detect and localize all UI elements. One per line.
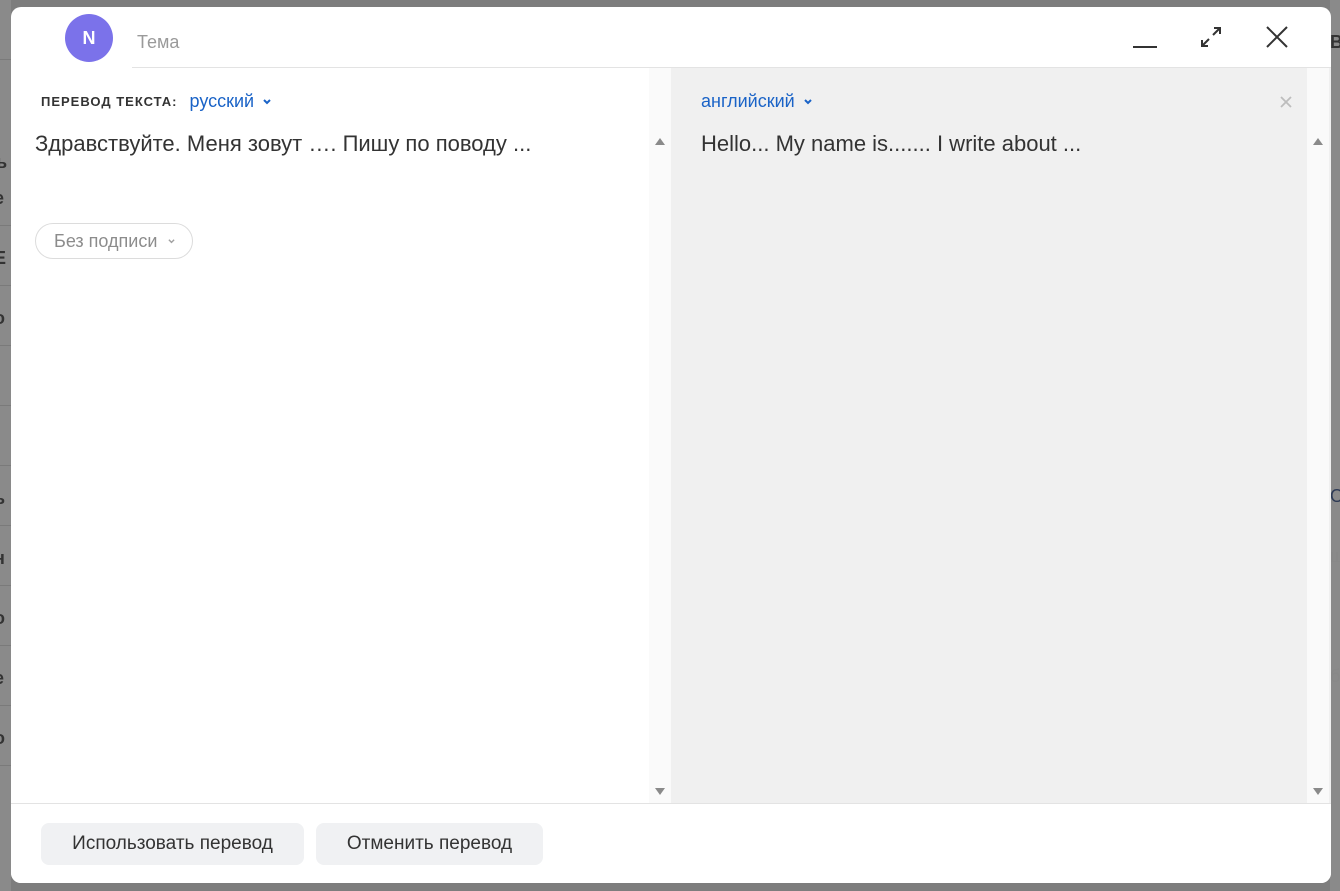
clear-translation-button[interactable]: [1278, 94, 1294, 110]
scroll-up-arrow-icon[interactable]: [654, 136, 666, 146]
avatar[interactable]: N: [65, 14, 113, 62]
compose-translate-dialog: N ПЕРЕВОД ТЕКСТА:: [11, 7, 1331, 883]
chevron-down-icon: [168, 238, 176, 243]
background-glyph: щ: [1330, 546, 1340, 566]
minimize-icon: [1133, 46, 1157, 48]
target-language-label: английский: [701, 90, 795, 111]
minimize-button[interactable]: [1127, 21, 1163, 57]
background-page-left: ъ е Е о t ь н о е о: [0, 0, 11, 891]
chevron-down-icon: [804, 99, 812, 105]
source-pane: ПЕРЕВОД ТЕКСТА: русский Здравствуйте. Ме…: [11, 68, 671, 803]
dialog-header: N: [11, 7, 1331, 68]
target-language-select[interactable]: английский: [701, 91, 813, 112]
close-button[interactable]: [1259, 19, 1295, 55]
background-glyph: о: [0, 608, 5, 628]
background-glyph: б: [1330, 666, 1340, 686]
background-glyph: е: [0, 188, 4, 208]
close-icon: [1266, 26, 1288, 48]
background-glyph: В: [1330, 32, 1340, 52]
subject-input[interactable]: [137, 27, 1037, 57]
source-scrollbar[interactable]: [649, 68, 671, 803]
avatar-letter: N: [82, 27, 96, 48]
background-glyph: О: [1330, 486, 1340, 506]
target-language-row: английский: [701, 90, 813, 112]
expand-button[interactable]: [1193, 19, 1229, 55]
scroll-down-arrow-icon[interactable]: [654, 787, 666, 797]
background-glyph: н: [0, 548, 5, 568]
background-page-right: В О щ б: [1330, 0, 1340, 891]
dialog-footer: Использовать перевод Отменить перевод: [11, 803, 1331, 883]
background-glyph: ъ: [0, 152, 8, 172]
background-glyph: ь: [0, 488, 5, 508]
signature-select[interactable]: Без подписи: [35, 223, 194, 259]
expand-icon: [1201, 27, 1221, 47]
chevron-down-icon: [263, 99, 271, 105]
scroll-down-arrow-icon[interactable]: [1312, 787, 1324, 797]
target-pane: английский Hello... My name is....... I …: [671, 68, 1331, 803]
background-glyph: е: [0, 668, 4, 688]
source-language-label: русский: [189, 90, 255, 111]
target-text: Hello... My name is....... I write about…: [701, 131, 1082, 156]
translate-caption: ПЕРЕВОД ТЕКСТА:: [41, 93, 178, 109]
source-language-select[interactable]: русский: [190, 91, 273, 112]
background-glyph: о: [0, 308, 5, 328]
source-language-row: ПЕРЕВОД ТЕКСТА: русский: [41, 90, 272, 112]
cancel-translation-button[interactable]: Отменить перевод: [316, 823, 543, 865]
background-glyph: Е: [0, 248, 7, 268]
scroll-up-arrow-icon[interactable]: [1312, 136, 1324, 146]
source-text-editor[interactable]: Здравствуйте. Меня зовут …. Пишу по пово…: [35, 130, 635, 158]
close-icon: [1280, 96, 1292, 108]
background-glyph: о: [0, 728, 5, 748]
target-scrollbar[interactable]: [1307, 68, 1329, 803]
use-translation-button[interactable]: Использовать перевод: [41, 823, 304, 865]
signature-label: Без подписи: [54, 230, 158, 251]
